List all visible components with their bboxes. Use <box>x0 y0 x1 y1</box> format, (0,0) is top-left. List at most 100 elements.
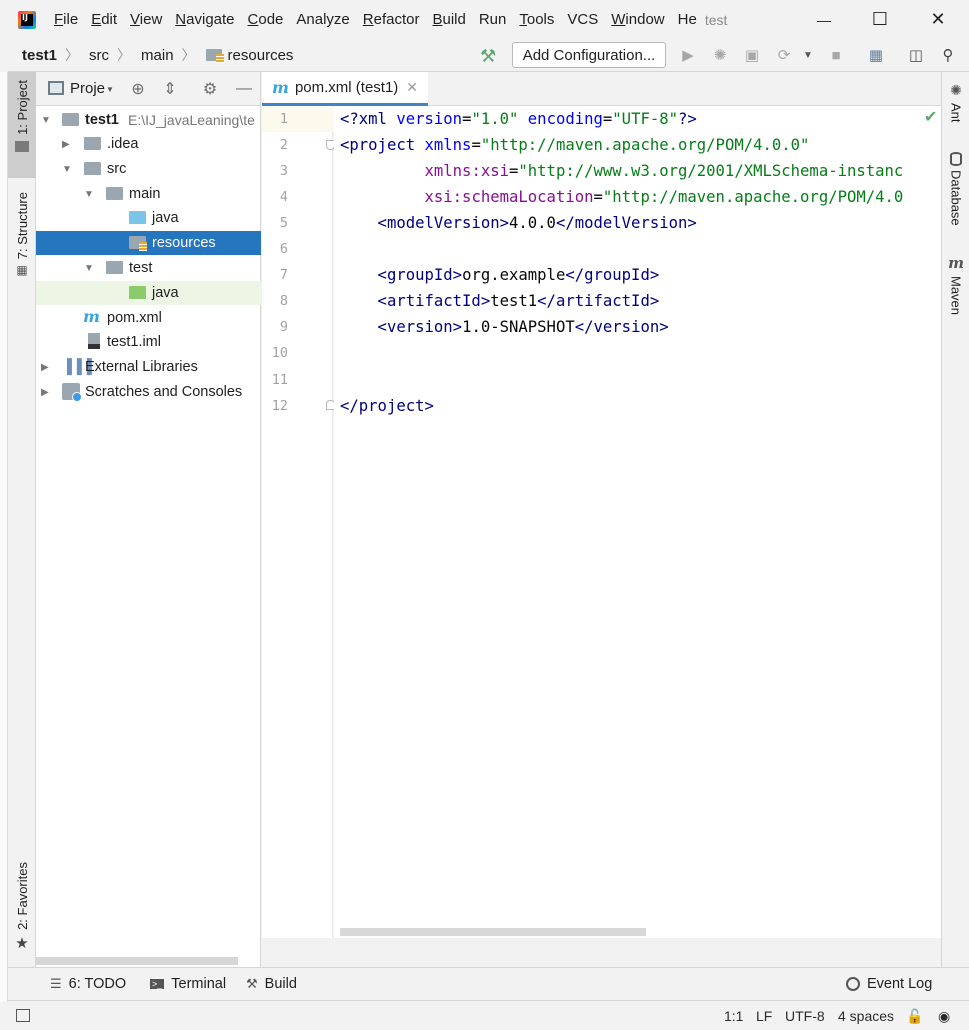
maven-file-icon: m <box>272 78 289 97</box>
menu-file[interactable]: File <box>50 0 87 39</box>
chevron-down-icon[interactable]: ▼ <box>798 45 818 65</box>
code-line-5: <modelVersion>4.0.0</modelVersion> <box>340 214 697 232</box>
menu-window[interactable]: Window <box>607 0 673 39</box>
menu-tools[interactable]: Tools <box>515 0 563 39</box>
bottom-tool-bar: ☰ 6: TODO >_ Terminal ⚒ Build Event Log <box>8 967 969 1000</box>
tree-item-idea[interactable]: ▶ .idea <box>36 132 261 156</box>
code-editor[interactable]: <?xml version="1.0" encoding="UTF-8"?> <… <box>334 106 941 938</box>
breadcrumb-separator-icon: 〉 <box>181 47 196 63</box>
menu-edit[interactable]: Edit <box>87 0 126 39</box>
code-line-1: <?xml version="1.0" encoding="UTF-8"?> <box>340 110 697 128</box>
tab-terminal[interactable]: >_ Terminal <box>150 976 226 992</box>
close-icon[interactable]: ✕ <box>406 79 418 96</box>
iml-file-icon <box>88 333 100 349</box>
line-number: 3 <box>279 163 288 179</box>
collapse-all-icon[interactable]: ⇕ <box>160 79 180 99</box>
line-number: 5 <box>279 215 288 231</box>
database-icon <box>950 152 962 166</box>
line-number: 10 <box>271 345 288 361</box>
tab-favorites[interactable]: 2: Favorites ★ <box>8 858 36 958</box>
chevron-down-icon[interactable]: ▼ <box>106 85 114 94</box>
gear-icon[interactable]: ⚙ <box>200 79 220 99</box>
breadcrumb-project[interactable]: test1 <box>8 47 57 64</box>
locate-target-icon[interactable]: ⊕ <box>128 79 148 99</box>
resources-folder-icon <box>205 49 224 63</box>
test-folder-icon <box>129 286 146 299</box>
tab-structure[interactable]: 7: Structure ▦ <box>8 184 36 294</box>
profile-icon[interactable]: ⟳ <box>774 45 794 65</box>
terminal-icon: >_ <box>150 979 165 989</box>
editor-horizontal-scrollbar[interactable] <box>340 928 646 936</box>
tree-item-pom[interactable]: m pom.xml <box>36 306 261 330</box>
line-number: 12 <box>271 398 288 414</box>
menu-run[interactable]: Run <box>475 0 516 39</box>
build-hammer-icon[interactable]: ⚒ <box>480 46 496 67</box>
menu-code[interactable]: Code <box>244 0 293 39</box>
tree-item-test1[interactable]: ▼ test1 E:\IJ_javaLeaning\te <box>36 108 261 132</box>
tab-maven[interactable]: m Maven <box>942 254 969 315</box>
close-window-button[interactable]: ✕ <box>910 0 966 39</box>
add-configuration-button[interactable]: Add Configuration... <box>512 42 666 68</box>
hide-panel-icon[interactable]: — <box>234 79 254 99</box>
project-tool-window: Proje ▼ ⊕ ⇕ ⚙ — ▼ test1 E:\IJ_javaLeanin… <box>36 72 261 967</box>
file-encoding[interactable]: UTF-8 <box>785 1008 825 1024</box>
inspector-icon[interactable]: ◉ <box>938 1008 950 1025</box>
presentation-icon[interactable]: ◫ <box>906 45 926 65</box>
tab-event-log[interactable]: Event Log <box>846 976 932 992</box>
indent-setting[interactable]: 4 spaces <box>838 1008 894 1024</box>
inspection-ok-check-icon[interactable]: ✔ <box>924 107 937 127</box>
menu-view[interactable]: View <box>126 0 171 39</box>
search-icon[interactable]: ⚲ <box>938 45 958 65</box>
maximize-button[interactable]: ☐ <box>852 0 908 39</box>
breadcrumb-main[interactable]: main <box>131 47 174 64</box>
breadcrumb-src[interactable]: src <box>79 47 109 64</box>
tree-item-external-libraries[interactable]: ▶ ▐▐▐ External Libraries <box>36 355 261 379</box>
tree-item-src[interactable]: ▼ src <box>36 157 261 181</box>
menu-vcs[interactable]: VCS <box>563 0 607 39</box>
tab-ant[interactable]: ✺ Ant <box>942 82 969 123</box>
code-line-7: <groupId>org.example</groupId> <box>340 266 660 284</box>
stop-icon[interactable]: ■ <box>826 45 846 65</box>
tree-item-test[interactable]: ▼ test <box>36 256 261 280</box>
tab-project[interactable]: 1: Project <box>8 72 36 178</box>
coverage-icon[interactable]: ▣ <box>742 45 762 65</box>
intellij-logo-icon: IJ <box>18 10 36 29</box>
tree-item-iml[interactable]: test1.iml <box>36 330 261 354</box>
lock-icon[interactable]: 🔓 <box>906 1008 923 1025</box>
project-structure-icon[interactable]: ▦ <box>866 45 886 65</box>
menu-build[interactable]: Build <box>428 0 474 39</box>
tree-item-main[interactable]: ▼ main <box>36 182 261 206</box>
debug-icon[interactable]: ✺ <box>710 45 730 65</box>
close-icon: ✕ <box>930 9 946 29</box>
menu-navigate[interactable]: Navigate <box>171 0 243 39</box>
project-view-selector[interactable]: Proje <box>70 80 105 97</box>
breadcrumb-resources[interactable]: resources <box>196 47 293 64</box>
tab-database[interactable]: Database <box>942 150 969 226</box>
menu-help[interactable]: He <box>674 0 697 39</box>
run-icon[interactable]: ▶ <box>678 45 698 65</box>
folder-icon <box>15 140 29 152</box>
code-line-2: <project xmlns="http://maven.apache.org/… <box>340 136 810 154</box>
line-number: 1 <box>279 111 288 127</box>
tree-item-main-java[interactable]: java <box>36 206 261 230</box>
line-number: 7 <box>279 267 288 283</box>
scratches-icon <box>62 383 82 402</box>
minimize-button[interactable]: — <box>796 0 852 39</box>
line-separator[interactable]: LF <box>756 1008 772 1024</box>
tab-pom-xml[interactable]: m pom.xml (test1) ✕ <box>262 72 428 106</box>
caret-position[interactable]: 1:1 <box>724 1008 743 1024</box>
tab-build[interactable]: ⚒ Build <box>246 976 297 992</box>
source-folder-icon <box>129 211 146 224</box>
tree-item-test-java[interactable]: java <box>36 281 261 305</box>
event-log-icon <box>846 977 860 991</box>
menu-refactor[interactable]: Refactor <box>359 0 429 39</box>
tree-item-resources[interactable]: resources <box>36 231 261 255</box>
chevron-down-icon: ▼ <box>62 163 72 175</box>
toggle-tool-windows-icon[interactable] <box>16 1009 30 1022</box>
maven-icon: m <box>948 254 964 272</box>
project-horizontal-scrollbar[interactable] <box>36 957 238 965</box>
menu-analyze[interactable]: Analyze <box>292 0 358 39</box>
tab-todo[interactable]: ☰ 6: TODO <box>50 976 126 992</box>
tree-item-scratches[interactable]: ▶ Scratches and Consoles <box>36 380 261 404</box>
chevron-right-icon: ▶ <box>62 138 70 150</box>
